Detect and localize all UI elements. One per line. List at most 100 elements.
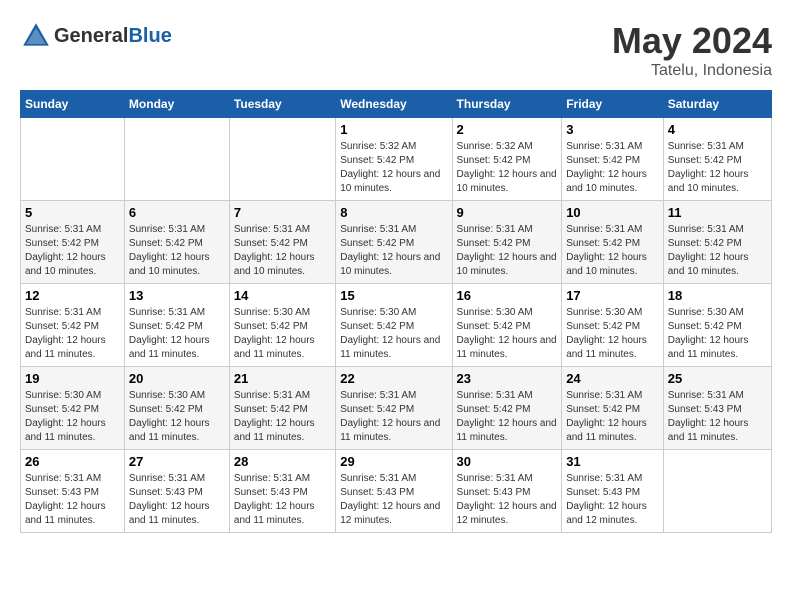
table-row: 26 Sunrise: 5:31 AM Sunset: 5:43 PM Dayli… — [21, 450, 125, 533]
day-info: Sunrise: 5:30 AM Sunset: 5:42 PM Dayligh… — [457, 306, 558, 362]
day-info: Sunrise: 5:31 AM Sunset: 5:42 PM Dayligh… — [129, 306, 225, 362]
day-info: Sunrise: 5:31 AM Sunset: 5:42 PM Dayligh… — [129, 223, 225, 279]
day-info: Sunrise: 5:31 AM Sunset: 5:43 PM Dayligh… — [129, 472, 225, 528]
logo-text-general: General — [54, 25, 128, 47]
day-info: Sunrise: 5:31 AM Sunset: 5:43 PM Dayligh… — [234, 472, 331, 528]
day-number: 12 — [25, 288, 120, 303]
calendar-week-row: 26 Sunrise: 5:31 AM Sunset: 5:43 PM Dayli… — [21, 450, 772, 533]
day-number: 31 — [566, 454, 659, 469]
day-number: 29 — [340, 454, 447, 469]
day-info: Sunrise: 5:31 AM Sunset: 5:42 PM Dayligh… — [234, 389, 331, 445]
day-info: Sunrise: 5:31 AM Sunset: 5:42 PM Dayligh… — [25, 306, 120, 362]
table-row: 15 Sunrise: 5:30 AM Sunset: 5:42 PM Dayli… — [336, 284, 452, 367]
day-number: 1 — [340, 122, 447, 137]
table-row: 22 Sunrise: 5:31 AM Sunset: 5:42 PM Dayli… — [336, 367, 452, 450]
table-row — [124, 118, 229, 201]
day-number: 16 — [457, 288, 558, 303]
calendar-week-row: 1 Sunrise: 5:32 AM Sunset: 5:42 PM Daylig… — [21, 118, 772, 201]
day-info: Sunrise: 5:30 AM Sunset: 5:42 PM Dayligh… — [340, 306, 447, 362]
calendar-week-row: 12 Sunrise: 5:31 AM Sunset: 5:42 PM Dayli… — [21, 284, 772, 367]
table-row: 30 Sunrise: 5:31 AM Sunset: 5:43 PM Dayli… — [452, 450, 562, 533]
table-row: 19 Sunrise: 5:30 AM Sunset: 5:42 PM Dayli… — [21, 367, 125, 450]
header-friday: Friday — [562, 91, 664, 118]
table-row: 14 Sunrise: 5:30 AM Sunset: 5:42 PM Dayli… — [229, 284, 335, 367]
day-number: 3 — [566, 122, 659, 137]
header-sunday: Sunday — [21, 91, 125, 118]
table-row — [229, 118, 335, 201]
day-number: 17 — [566, 288, 659, 303]
header-tuesday: Tuesday — [229, 91, 335, 118]
day-info: Sunrise: 5:31 AM Sunset: 5:43 PM Dayligh… — [457, 472, 558, 528]
day-info: Sunrise: 5:32 AM Sunset: 5:42 PM Dayligh… — [340, 140, 447, 196]
table-row: 21 Sunrise: 5:31 AM Sunset: 5:42 PM Dayli… — [229, 367, 335, 450]
table-row: 31 Sunrise: 5:31 AM Sunset: 5:43 PM Dayli… — [562, 450, 664, 533]
weekday-header-row: Sunday Monday Tuesday Wednesday Thursday… — [21, 91, 772, 118]
day-info: Sunrise: 5:31 AM Sunset: 5:42 PM Dayligh… — [566, 223, 659, 279]
day-info: Sunrise: 5:31 AM Sunset: 5:42 PM Dayligh… — [25, 223, 120, 279]
day-info: Sunrise: 5:31 AM Sunset: 5:43 PM Dayligh… — [340, 472, 447, 528]
day-number: 2 — [457, 122, 558, 137]
logo: GeneralBlue — [20, 20, 172, 52]
table-row: 11 Sunrise: 5:31 AM Sunset: 5:42 PM Dayli… — [663, 201, 771, 284]
day-info: Sunrise: 5:31 AM Sunset: 5:42 PM Dayligh… — [668, 223, 767, 279]
header-saturday: Saturday — [663, 91, 771, 118]
table-row: 2 Sunrise: 5:32 AM Sunset: 5:42 PM Daylig… — [452, 118, 562, 201]
day-number: 11 — [668, 205, 767, 220]
day-info: Sunrise: 5:31 AM Sunset: 5:43 PM Dayligh… — [25, 472, 120, 528]
day-number: 23 — [457, 371, 558, 386]
page-header: GeneralBlue May 2024 Tatelu, Indonesia — [20, 20, 772, 80]
day-info: Sunrise: 5:30 AM Sunset: 5:42 PM Dayligh… — [129, 389, 225, 445]
table-row: 28Sunrise: 5:31 AM Sunset: 5:43 PM Dayli… — [229, 450, 335, 533]
table-row: 20Sunrise: 5:30 AM Sunset: 5:42 PM Dayli… — [124, 367, 229, 450]
day-info: Sunrise: 5:30 AM Sunset: 5:42 PM Dayligh… — [234, 306, 331, 362]
day-number: 21 — [234, 371, 331, 386]
day-number: 24 — [566, 371, 659, 386]
day-info: Sunrise: 5:31 AM Sunset: 5:42 PM Dayligh… — [340, 223, 447, 279]
day-number: 9 — [457, 205, 558, 220]
day-number: 22 — [340, 371, 447, 386]
table-row: 12 Sunrise: 5:31 AM Sunset: 5:42 PM Dayli… — [21, 284, 125, 367]
header-thursday: Thursday — [452, 91, 562, 118]
day-number: 4 — [668, 122, 767, 137]
day-number: 14 — [234, 288, 331, 303]
day-info: Sunrise: 5:31 AM Sunset: 5:42 PM Dayligh… — [340, 389, 447, 445]
day-info: Sunrise: 5:32 AM Sunset: 5:42 PM Dayligh… — [457, 140, 558, 196]
table-row — [663, 450, 771, 533]
table-row — [21, 118, 125, 201]
day-number: 8 — [340, 205, 447, 220]
table-row: 1 Sunrise: 5:32 AM Sunset: 5:42 PM Daylig… — [336, 118, 452, 201]
title-block: May 2024 Tatelu, Indonesia — [612, 20, 772, 80]
table-row: 7 Sunrise: 5:31 AM Sunset: 5:42 PM Daylig… — [229, 201, 335, 284]
table-row: 6Sunrise: 5:31 AM Sunset: 5:42 PM Daylig… — [124, 201, 229, 284]
table-row: 8 Sunrise: 5:31 AM Sunset: 5:42 PM Daylig… — [336, 201, 452, 284]
day-info: Sunrise: 5:31 AM Sunset: 5:42 PM Dayligh… — [566, 389, 659, 445]
header-wednesday: Wednesday — [336, 91, 452, 118]
day-number: 30 — [457, 454, 558, 469]
table-row: 16 Sunrise: 5:30 AM Sunset: 5:42 PM Dayli… — [452, 284, 562, 367]
table-row: 18Sunrise: 5:30 AM Sunset: 5:42 PM Dayli… — [663, 284, 771, 367]
day-number: 13 — [129, 288, 225, 303]
day-number: 19 — [25, 371, 120, 386]
table-row: 13 Sunrise: 5:31 AM Sunset: 5:42 PM Dayli… — [124, 284, 229, 367]
table-row: 27 Sunrise: 5:31 AM Sunset: 5:43 PM Dayli… — [124, 450, 229, 533]
table-row: 24 Sunrise: 5:31 AM Sunset: 5:42 PM Dayli… — [562, 367, 664, 450]
calendar-week-row: 5 Sunrise: 5:31 AM Sunset: 5:42 PM Daylig… — [21, 201, 772, 284]
day-info: Sunrise: 5:31 AM Sunset: 5:42 PM Dayligh… — [457, 223, 558, 279]
table-row: 4Sunrise: 5:31 AM Sunset: 5:42 PM Daylig… — [663, 118, 771, 201]
day-number: 5 — [25, 205, 120, 220]
calendar-table: Sunday Monday Tuesday Wednesday Thursday… — [20, 90, 772, 533]
month-title: May 2024 — [612, 20, 772, 62]
calendar-week-row: 19 Sunrise: 5:30 AM Sunset: 5:42 PM Dayli… — [21, 367, 772, 450]
day-info: Sunrise: 5:31 AM Sunset: 5:42 PM Dayligh… — [234, 223, 331, 279]
day-number: 27 — [129, 454, 225, 469]
table-row: 29 Sunrise: 5:31 AM Sunset: 5:43 PM Dayli… — [336, 450, 452, 533]
day-info: Sunrise: 5:31 AM Sunset: 5:43 PM Dayligh… — [566, 472, 659, 528]
day-info: Sunrise: 5:31 AM Sunset: 5:42 PM Dayligh… — [566, 140, 659, 196]
day-number: 26 — [25, 454, 120, 469]
day-info: Sunrise: 5:30 AM Sunset: 5:42 PM Dayligh… — [25, 389, 120, 445]
day-number: 25 — [668, 371, 767, 386]
table-row: 10Sunrise: 5:31 AM Sunset: 5:42 PM Dayli… — [562, 201, 664, 284]
table-row: 5 Sunrise: 5:31 AM Sunset: 5:42 PM Daylig… — [21, 201, 125, 284]
day-number: 7 — [234, 205, 331, 220]
day-number: 15 — [340, 288, 447, 303]
